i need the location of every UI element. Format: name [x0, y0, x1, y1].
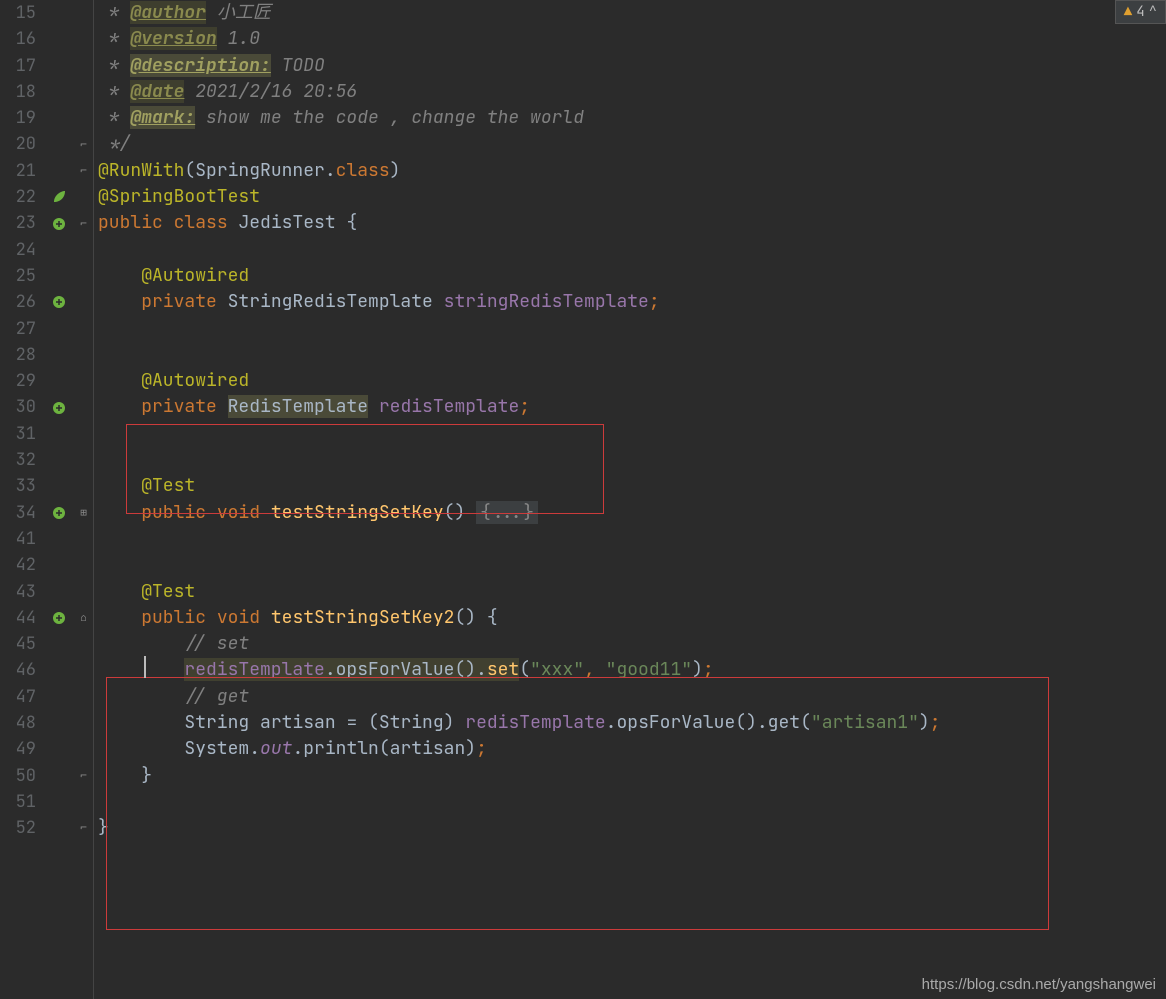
code-line: */	[98, 131, 1166, 157]
spring-bean-icon[interactable]	[44, 210, 74, 236]
code-line: // get	[98, 684, 1166, 710]
code-line	[98, 316, 1166, 342]
spring-bean-icon[interactable]	[44, 500, 74, 526]
line-number: 31	[0, 421, 36, 447]
code-line	[98, 342, 1166, 368]
fold-open-icon[interactable]: ⌐	[74, 210, 93, 236]
line-number: 45	[0, 631, 36, 657]
line-number: 17	[0, 53, 36, 79]
line-number: 32	[0, 447, 36, 473]
code-line: * @mark: show me the code , change the w…	[98, 105, 1166, 131]
code-line	[98, 552, 1166, 578]
line-number: 43	[0, 579, 36, 605]
line-number: 23	[0, 210, 36, 236]
gutter-icons-column	[44, 0, 74, 999]
line-number: 29	[0, 368, 36, 394]
line-number: 52	[0, 815, 36, 841]
code-area[interactable]: * @author 小工匠 * @version 1.0 * @descript…	[94, 0, 1166, 999]
code-line: private RedisTemplate redisTemplate;	[98, 394, 1166, 420]
code-line: * @date 2021/2/16 20:56	[98, 79, 1166, 105]
code-line	[98, 421, 1166, 447]
code-line: redisTemplate.opsForValue().set("xxx", "…	[98, 657, 1166, 683]
line-number: 28	[0, 342, 36, 368]
line-number: 46	[0, 657, 36, 683]
line-number: 48	[0, 710, 36, 736]
code-line: @Test	[98, 579, 1166, 605]
code-line: * @description: TODO	[98, 53, 1166, 79]
code-line: // set	[98, 631, 1166, 657]
fold-open-icon[interactable]: ⌐	[74, 158, 93, 184]
code-line	[98, 447, 1166, 473]
line-number: 51	[0, 789, 36, 815]
warning-count: 4	[1136, 3, 1144, 21]
line-number: 42	[0, 552, 36, 578]
line-number: 22	[0, 184, 36, 210]
code-line: @RunWith(SpringRunner.class)	[98, 158, 1166, 184]
code-line: * @author 小工匠	[98, 0, 1166, 26]
line-number-gutter: 15 16 17 18 19 20 21 22 23 24 25 26 27 2…	[0, 0, 44, 999]
spring-bean-icon[interactable]	[44, 605, 74, 631]
code-line	[98, 237, 1166, 263]
line-number: 50	[0, 763, 36, 789]
spring-leaf-icon[interactable]	[44, 184, 74, 210]
line-number: 24	[0, 237, 36, 263]
code-line: public class JedisTest {	[98, 210, 1166, 236]
code-line: @Autowired	[98, 368, 1166, 394]
code-line	[98, 526, 1166, 552]
code-line: private StringRedisTemplate stringRedisT…	[98, 289, 1166, 315]
line-number: 15	[0, 0, 36, 26]
fold-close-icon[interactable]: ⌐	[74, 131, 93, 157]
code-line: }	[98, 763, 1166, 789]
code-line: public void testStringSetKey2() {	[98, 605, 1166, 631]
line-number: 25	[0, 263, 36, 289]
folded-block[interactable]: {...}	[476, 501, 538, 524]
line-number: 20	[0, 131, 36, 157]
line-number: 41	[0, 526, 36, 552]
text-cursor	[144, 656, 146, 678]
code-line: * @version 1.0	[98, 26, 1166, 52]
code-line: @Autowired	[98, 263, 1166, 289]
warning-icon: ▲	[1124, 3, 1132, 21]
line-number: 30	[0, 394, 36, 420]
code-line: @Test	[98, 473, 1166, 499]
fold-expand-icon[interactable]: ⊞	[74, 500, 93, 526]
line-number: 44	[0, 605, 36, 631]
watermark: https://blog.csdn.net/yangshangwei	[922, 976, 1156, 993]
code-line	[98, 789, 1166, 815]
line-number: 21	[0, 158, 36, 184]
chevron-up-icon[interactable]: ^	[1149, 3, 1157, 21]
line-number: 19	[0, 105, 36, 131]
fold-close-icon[interactable]: ⌐	[74, 763, 93, 789]
spring-bean-icon[interactable]	[44, 394, 74, 420]
line-number: 18	[0, 79, 36, 105]
code-line: String artisan = (String) redisTemplate.…	[98, 710, 1166, 736]
code-editor[interactable]: 15 16 17 18 19 20 21 22 23 24 25 26 27 2…	[0, 0, 1166, 999]
line-number: 33	[0, 473, 36, 499]
fold-column[interactable]: ⌐ ⌐ ⌐ ⊞ ⌂ ⌐ ⌐	[74, 0, 94, 999]
code-line: public void testStringSetKey() {...}	[98, 500, 1166, 526]
fold-shield-icon[interactable]: ⌂	[74, 605, 93, 631]
line-number: 49	[0, 736, 36, 762]
line-number: 26	[0, 289, 36, 315]
line-number: 34	[0, 500, 36, 526]
inspection-widget[interactable]: ▲ 4 ^	[1115, 0, 1166, 24]
line-number: 27	[0, 316, 36, 342]
code-line: @SpringBootTest	[98, 184, 1166, 210]
line-number: 47	[0, 684, 36, 710]
line-number: 16	[0, 26, 36, 52]
code-line: System.out.println(artisan);	[98, 736, 1166, 762]
fold-close-icon[interactable]: ⌐	[74, 815, 93, 841]
code-line: }	[98, 815, 1166, 841]
spring-bean-icon[interactable]	[44, 289, 74, 315]
